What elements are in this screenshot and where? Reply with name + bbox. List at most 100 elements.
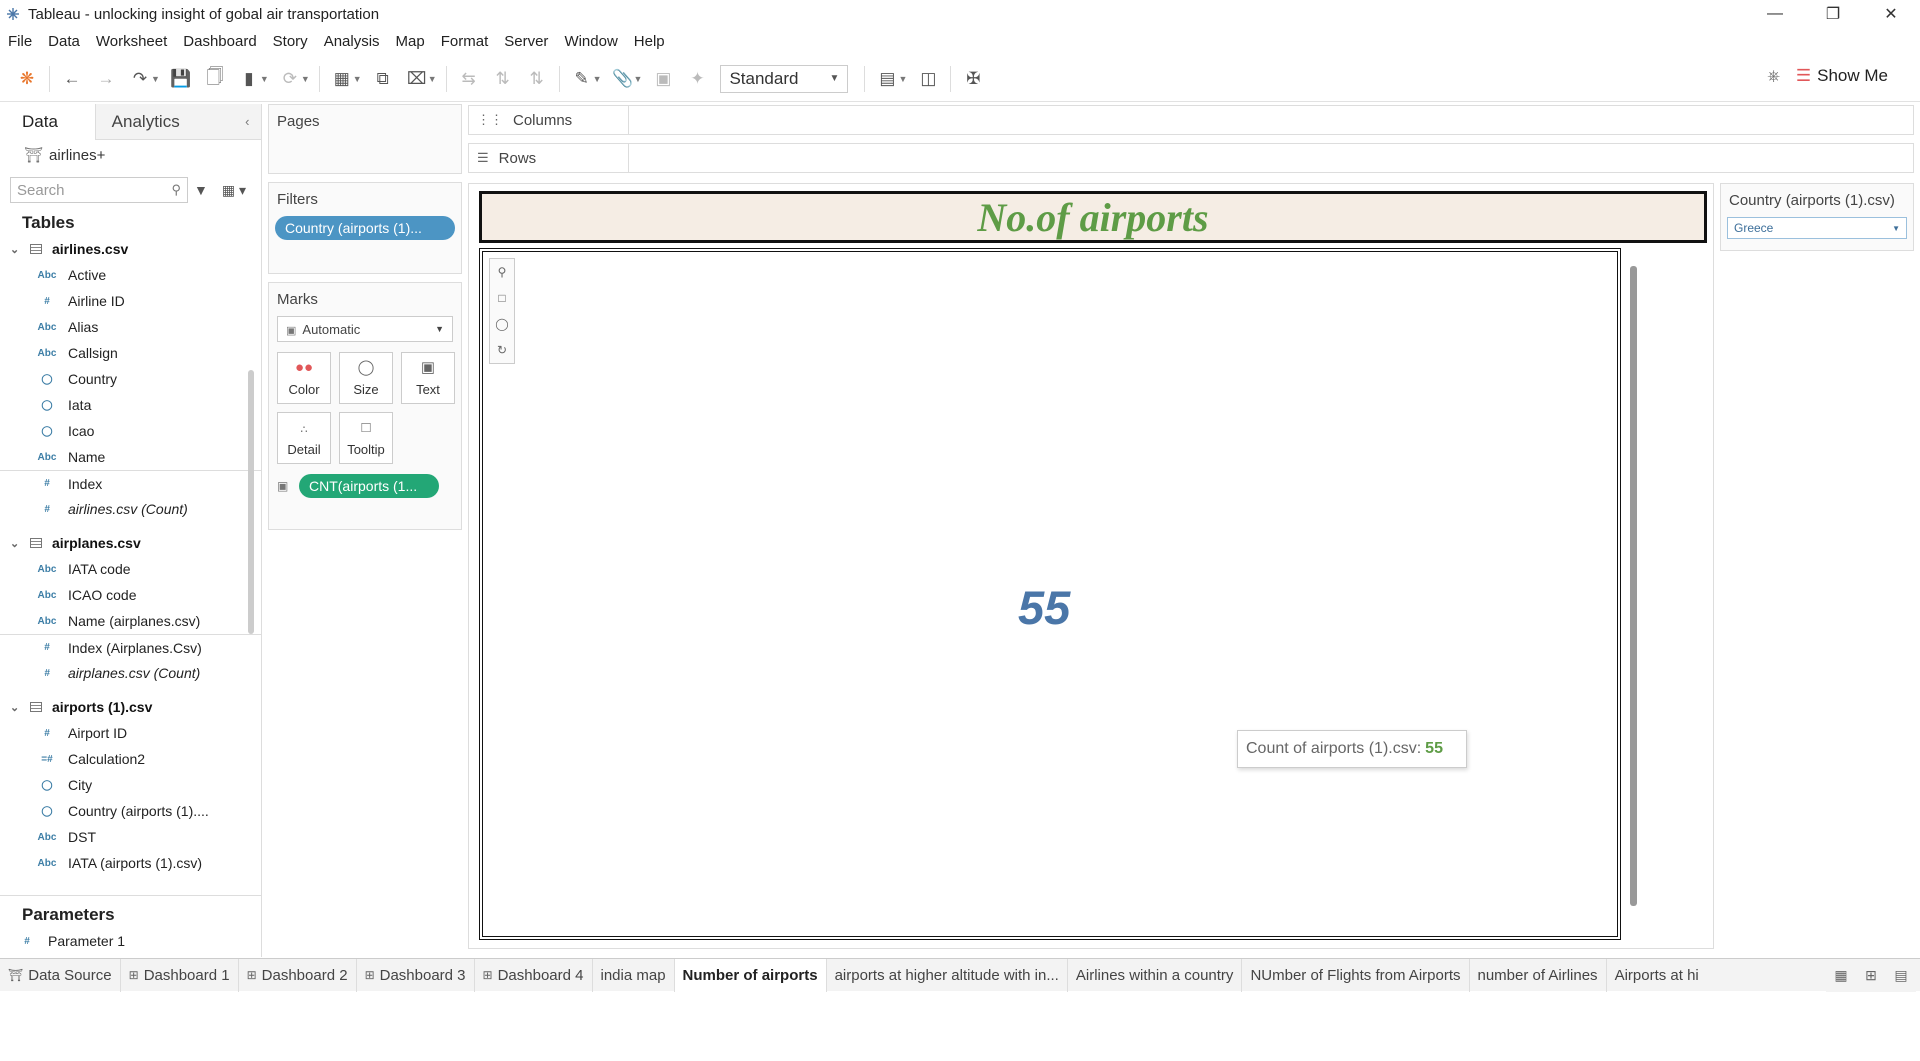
tab-dashboard-1[interactable]: ⊞ Dashboard 1 <box>121 958 239 992</box>
quick-filter-select[interactable]: Greece ▼ <box>1727 217 1907 239</box>
redo-icon[interactable]: → <box>89 62 123 96</box>
field-item[interactable]: Abc IATA (airports (1).csv) <box>0 850 261 876</box>
field-item[interactable]: Abc ICAO code <box>0 582 261 608</box>
field-item[interactable]: ◯ City <box>0 772 261 798</box>
view-canvas[interactable]: ⚲ □ ◯ ↻ 55 Count of airports (1).csv: 55 <box>479 248 1621 940</box>
field-item[interactable]: Abc Callsign <box>0 340 261 366</box>
save-icon[interactable]: 💾 <box>164 62 198 96</box>
close-icon[interactable]: ✕ <box>1862 0 1920 28</box>
text-button[interactable]: ▣ Text <box>401 352 455 404</box>
chevron-down-icon[interactable]: ▼ <box>353 74 362 84</box>
size-button[interactable]: ◯ Size <box>339 352 393 404</box>
show-me-button[interactable]: ☰ Show Me <box>1796 66 1888 86</box>
table-header[interactable]: ⌄ airports (1).csv <box>0 694 261 720</box>
collapse-pane-icon[interactable]: ‹ <box>245 104 261 139</box>
menu-file[interactable]: File <box>8 33 32 50</box>
color-button[interactable]: ●● Color <box>277 352 331 404</box>
field-item[interactable]: # Index <box>0 470 261 496</box>
menu-analysis[interactable]: Analysis <box>324 33 380 50</box>
menu-server[interactable]: Server <box>504 33 548 50</box>
field-item[interactable]: # airplanes.csv (Count) <box>0 660 261 686</box>
filter-pill[interactable]: Country (airports (1)... <box>275 216 455 240</box>
chevron-down-icon[interactable]: ▼ <box>301 74 310 84</box>
field-item[interactable]: Abc DST <box>0 824 261 850</box>
format-painter-icon[interactable]: ⎈ <box>1767 68 1780 86</box>
rows-shelf[interactable]: ☰ Rows <box>468 143 1914 173</box>
field-item[interactable]: # Airport ID <box>0 720 261 746</box>
mark-type-select[interactable]: ▣ Automatic ▼ <box>277 316 453 342</box>
tab-data-source[interactable]: ⛩ Data Source <box>0 958 121 992</box>
tab-dashboard-2[interactable]: ⊞ Dashboard 2 <box>239 958 357 992</box>
menu-story[interactable]: Story <box>273 33 308 50</box>
search-input[interactable]: Search ⚲ <box>10 177 188 203</box>
new-datasource-icon[interactable]: 🗍 <box>198 62 232 96</box>
parameter-item[interactable]: # Parameter 1 <box>0 928 262 954</box>
lasso-select-icon[interactable]: ↻ <box>497 343 507 357</box>
field-item[interactable]: Abc Name <box>0 444 261 470</box>
menu-data[interactable]: Data <box>48 33 80 50</box>
measure-pill[interactable]: CNT(airports (1... <box>299 474 439 498</box>
tab-number-of-airlines[interactable]: number of Airlines <box>1470 958 1607 992</box>
rectangle-select-icon[interactable]: □ <box>498 291 505 305</box>
field-item[interactable]: # Index (Airplanes.Csv) <box>0 634 261 660</box>
tab-data[interactable]: Data <box>0 104 96 140</box>
tab-airports-at-hi[interactable]: Airports at hi <box>1607 959 1707 992</box>
undo-icon[interactable]: ← <box>55 62 89 96</box>
field-item[interactable]: # airlines.csv (Count) <box>0 496 261 522</box>
menu-window[interactable]: Window <box>564 33 617 50</box>
new-sheet-icon[interactable]: ▦ <box>1826 967 1856 984</box>
columns-shelf[interactable]: ⋮⋮ Columns <box>468 105 1914 135</box>
field-item[interactable]: ◯ Country <box>0 366 261 392</box>
menu-help[interactable]: Help <box>634 33 665 50</box>
menu-format[interactable]: Format <box>441 33 489 50</box>
field-item[interactable]: =# Calculation2 <box>0 746 261 772</box>
tableau-home-icon[interactable]: ❋ <box>10 62 44 96</box>
sort-descending-icon[interactable]: ⇅ <box>520 62 554 96</box>
field-item[interactable]: Abc IATA code <box>0 556 261 582</box>
tab-airlines-within-country[interactable]: Airlines within a country <box>1068 958 1243 992</box>
tab-india-map[interactable]: india map <box>593 958 675 992</box>
field-item[interactable]: ◯ Icao <box>0 418 261 444</box>
count-value[interactable]: 55 <box>1018 580 1070 635</box>
menu-worksheet[interactable]: Worksheet <box>96 33 167 50</box>
chevron-down-icon[interactable]: ▼ <box>260 74 269 84</box>
tooltip-button[interactable]: □ Tooltip <box>339 412 393 464</box>
pages-shelf[interactable]: Pages <box>268 104 462 174</box>
minimize-icon[interactable]: — <box>1746 0 1804 28</box>
chevron-down-icon[interactable]: ▼ <box>634 74 643 84</box>
tab-dashboard-4[interactable]: ⊞ Dashboard 4 <box>475 958 593 992</box>
detail-button[interactable]: ∴ Detail <box>277 412 331 464</box>
restore-icon[interactable]: ❐ <box>1804 0 1862 28</box>
chevron-down-icon[interactable]: ▼ <box>151 74 160 84</box>
view-options-icon[interactable]: ▦ ▾ <box>222 182 246 199</box>
view-scrollbar[interactable] <box>1630 266 1637 906</box>
sort-ascending-icon[interactable]: ⇅ <box>486 62 520 96</box>
field-item[interactable]: ◯ Iata <box>0 392 261 418</box>
fit-select[interactable]: Standard ▼ <box>720 64 849 93</box>
tab-dashboard-3[interactable]: ⊞ Dashboard 3 <box>357 958 475 992</box>
table-header[interactable]: ⌄ airlines.csv <box>0 236 261 262</box>
filter-icon[interactable]: ▼ <box>194 182 208 198</box>
chevron-down-icon[interactable]: ▼ <box>593 74 602 84</box>
tab-number-of-airports[interactable]: Number of airports <box>674 958 827 992</box>
new-story-icon[interactable]: ▤ <box>1886 967 1916 984</box>
new-dashboard-icon[interactable]: ⊞ <box>1856 967 1886 984</box>
filters-shelf[interactable]: Filters Country (airports (1)... <box>268 182 462 274</box>
tab-analytics[interactable]: Analytics <box>95 104 246 140</box>
labels-icon[interactable]: ▣ <box>646 62 680 96</box>
data-pane-scrollbar[interactable] <box>248 370 254 634</box>
swap-icon[interactable]: ⇆ <box>452 62 486 96</box>
radial-select-icon[interactable]: ◯ <box>495 317 508 331</box>
pin-icon[interactable]: ⚲ <box>498 265 507 279</box>
field-item[interactable]: ◯ Country (airports (1).... <box>0 798 261 824</box>
menu-dashboard[interactable]: Dashboard <box>183 33 256 50</box>
field-item[interactable]: Abc Alias <box>0 314 261 340</box>
tab-flights-from-airports[interactable]: NUmber of Flights from Airports <box>1242 958 1470 992</box>
table-header[interactable]: ⌄ airplanes.csv <box>0 530 261 556</box>
fix-axes-icon[interactable]: ✦ <box>680 62 714 96</box>
menu-map[interactable]: Map <box>396 33 425 50</box>
presentation-mode-icon[interactable]: ◫ <box>911 62 945 96</box>
chevron-down-icon[interactable]: ▼ <box>898 74 907 84</box>
datasource-item[interactable]: ⛩ airlines+ <box>0 140 261 170</box>
tab-airports-higher-altitude[interactable]: airports at higher altitude with in... <box>827 958 1068 992</box>
